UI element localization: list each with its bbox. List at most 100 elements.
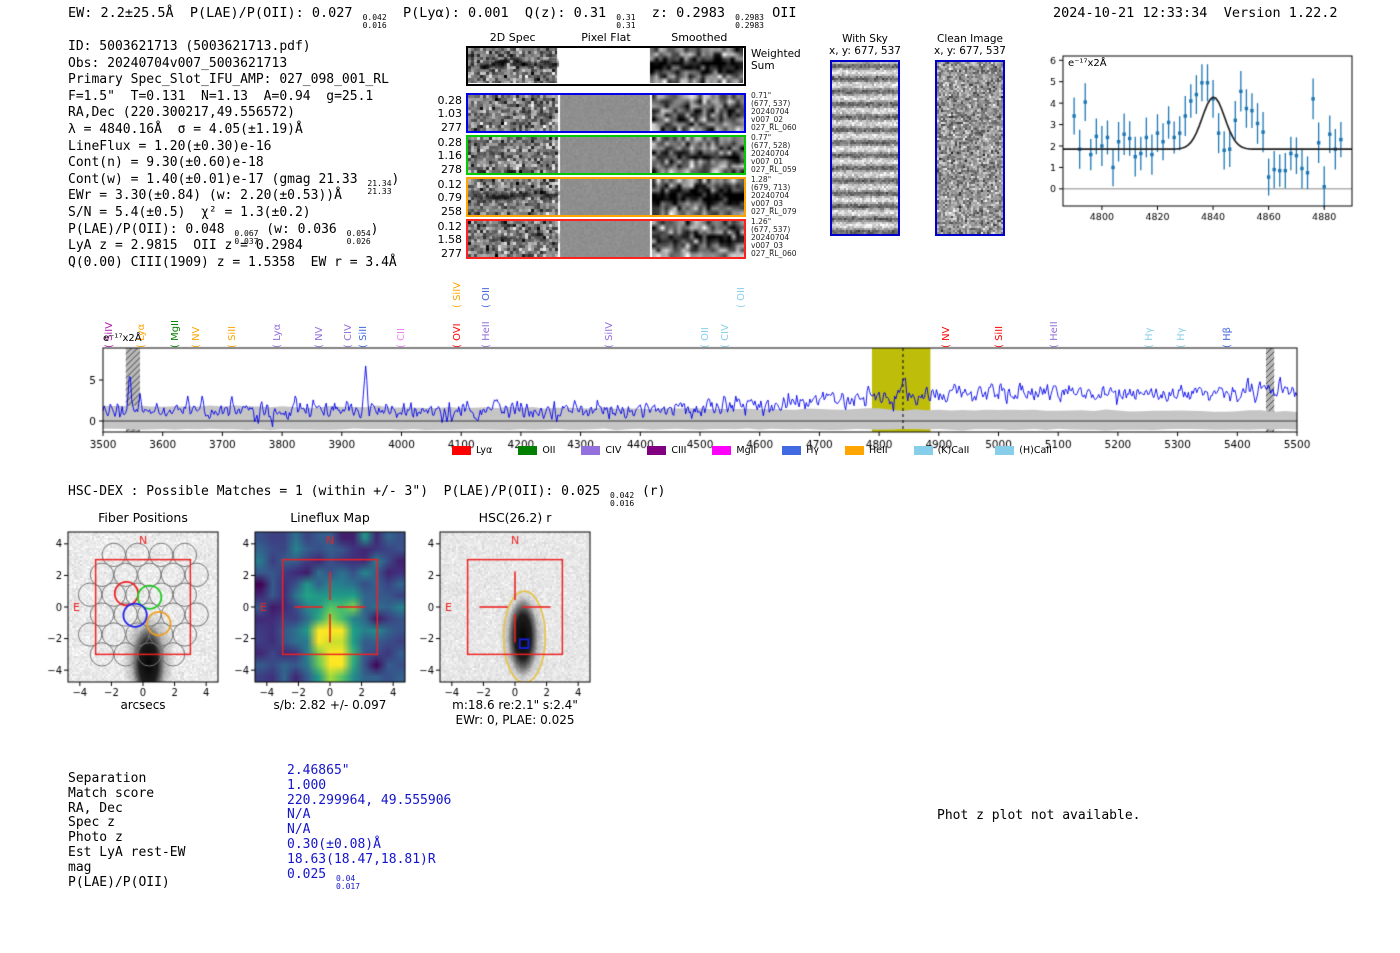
twod-row-right-labels: 0.77" (677, 528) 20240704 v007_01 027_RL… <box>751 134 823 174</box>
twod-row-right-labels: 1.28" (679, 713) 20240704 v007_03 027_RL… <box>751 176 823 216</box>
spec-line-label: ( OII <box>481 287 492 308</box>
legend-item: (H)CaII <box>995 445 1052 456</box>
phot-z-note: Phot z plot not available. <box>937 808 1141 823</box>
twod-fiber-row <box>466 93 746 133</box>
info-line: EWr = 3.30(±0.84) (w: 2.20(±0.53))Å <box>68 188 399 205</box>
match-row-label: Est LyA rest-EW <box>68 846 185 861</box>
twod-fiber-row-image <box>468 221 744 257</box>
match-row-value: 1.000 <box>287 779 451 794</box>
legend-item: Lyα <box>452 445 492 456</box>
legend-label: (H)CaII <box>1019 445 1052 456</box>
hsc-cutout-panel <box>408 528 598 700</box>
hsc-xlabel: m:18.6 re:2.1" s:2.4" <box>415 698 615 712</box>
match-row-label: Spec z <box>68 816 185 831</box>
twod-header-pixelflat: Pixel Flat <box>559 31 652 44</box>
hsc-dex-line: HSC-DEX : Possible Matches = 1 (within +… <box>68 484 665 508</box>
match-row-value: 220.299964, 49.555906 <box>287 794 451 809</box>
version-label: Version 1.22.2 <box>1224 5 1338 21</box>
detection-info-block: ID: 5003621713 (5003621713.pdf)Obs: 2024… <box>68 39 399 271</box>
legend-label: (K)CaII <box>938 445 970 456</box>
info-line: Cont(w) = 1.40(±0.01)e-17 (gmag 21.33 21… <box>68 172 399 189</box>
match-row-value: N/A <box>287 808 451 823</box>
legend-label: Hγ <box>806 445 819 456</box>
info-line: RA,Dec (220.300217,49.556572) <box>68 105 399 122</box>
legend-swatch <box>518 446 537 455</box>
spectrum-legend: Lyα OII CIV CIII MgII Hγ HeII (K)CaII (H)CaII <box>452 445 1052 456</box>
summary-header: EW: 2.2±25.5Å P(LAE)/P(OII): 0.027 0.042… <box>68 5 797 30</box>
info-line: Primary Spec_Slot_IFU_AMP: 027_098_001_R… <box>68 72 399 89</box>
match-row-label: Photo z <box>68 831 185 846</box>
legend-swatch <box>782 446 801 455</box>
hsc-xlabel2: EWr: 0, PLAE: 0.025 <box>415 713 615 727</box>
info-line: LineFlux = 1.20(±0.30)e-16 <box>68 139 399 156</box>
lineflux-xlabel: s/b: 2.82 +/- 0.097 <box>235 698 425 712</box>
legend-label: Lyα <box>476 445 492 456</box>
twod-header-2dspec: 2D Spec <box>466 31 559 44</box>
twod-header-smoothed: Smoothed <box>653 31 746 44</box>
match-row-label: Separation <box>68 772 185 787</box>
fiber-xlabel: arcsecs <box>68 698 218 712</box>
info-line: Obs: 20240704v007_5003621713 <box>68 56 399 73</box>
lineflux-map-panel <box>223 528 413 700</box>
with-sky-title: With Skyx, y: 677, 537 <box>826 33 904 57</box>
twod-weighted-row <box>466 46 746 86</box>
full-spectrum-plot <box>85 336 1315 452</box>
twod-fiber-row-image <box>468 95 744 131</box>
legend-label: OII <box>542 445 555 456</box>
legend-label: CIV <box>605 445 621 456</box>
info-line: P(LAE)/P(OII): 0.048 0.0670.037 (w: 0.03… <box>68 222 399 239</box>
match-row-label: RA, Dec <box>68 802 185 817</box>
elixer-detection-report: EW: 2.2±25.5Å P(LAE)/P(OII): 0.027 0.042… <box>0 0 1400 953</box>
legend-label: CIII <box>671 445 686 456</box>
match-row-label: P(LAE)/P(OII) <box>68 876 185 891</box>
info-line: λ = 4840.16Å σ = 4.05(±1.19)Å <box>68 122 399 139</box>
twod-row-left-labels: 0.28 1.16 278 <box>436 136 462 176</box>
twod-spec-headers: 2D Spec Pixel Flat Smoothed <box>466 31 746 44</box>
legend-item: Hγ <box>782 445 819 456</box>
clean-image <box>937 62 1003 234</box>
match-table-values: 2.46865"1.000220.299964, 49.555906N/AN/A… <box>287 764 451 891</box>
twod-row-left-labels: 0.12 1.58 277 <box>436 220 462 260</box>
legend-item: HeII <box>845 445 888 456</box>
twod-fiber-row <box>466 135 746 175</box>
with-sky-image <box>832 62 898 234</box>
twod-weighted-image <box>468 48 743 83</box>
legend-swatch <box>712 446 731 455</box>
spec-line-label: ( OII <box>736 287 747 308</box>
legend-item: CIII <box>647 445 686 456</box>
timestamp-version: 2024-10-21 12:33:34 Version 1.22.2 <box>1053 5 1338 21</box>
legend-label: HeII <box>869 445 888 456</box>
legend-swatch <box>914 446 933 455</box>
clean-image-frame <box>935 60 1005 236</box>
info-line: S/N = 5.4(±0.5) χ² = 1.3(±0.2) <box>68 205 399 222</box>
twod-row-left-labels: 0.12 0.79 258 <box>436 178 462 218</box>
twod-row-right-labels: 0.71" (677, 537) 20240704 v007_02 027_RL… <box>751 92 823 132</box>
match-row-value: N/A <box>287 823 451 838</box>
fiber-positions-panel <box>36 528 226 700</box>
hsc-cutout-title: HSC(26.2) r <box>440 510 590 525</box>
legend-swatch <box>581 446 600 455</box>
line-fit-inset-plot <box>1027 48 1362 233</box>
twod-fiber-row <box>466 177 746 217</box>
match-row-label: mag <box>68 861 185 876</box>
match-row-value: 18.63(18.47,18.81)R <box>287 853 451 868</box>
match-row-value: 0.025 0.040.017 <box>287 868 451 891</box>
clean-image-title: Clean Imagex, y: 677, 537 <box>931 33 1009 57</box>
twod-fiber-row-image <box>468 179 744 215</box>
legend-item: CIV <box>581 445 621 456</box>
legend-item: OII <box>518 445 555 456</box>
twod-fiber-row <box>466 219 746 259</box>
legend-swatch <box>452 446 471 455</box>
lineflux-map-title: Lineflux Map <box>255 510 405 525</box>
info-line: F=1.5" T=0.131 N=1.13 A=0.94 g=25.1 <box>68 89 399 106</box>
fiber-positions-title: Fiber Positions <box>68 510 218 525</box>
match-row-label: Match score <box>68 787 185 802</box>
spec-line-label: ( SiIV <box>452 282 463 308</box>
legend-label: MgII <box>736 445 756 456</box>
inset-ylabel: e⁻¹⁷x2Å <box>1068 58 1107 69</box>
info-line: Cont(n) = 9.30(±0.60)e-18 <box>68 155 399 172</box>
legend-item: MgII <box>712 445 756 456</box>
timestamp: 2024-10-21 12:33:34 <box>1053 5 1207 21</box>
match-row-value: 2.46865" <box>287 764 451 779</box>
twod-row-right-labels: 1.26" (677, 537) 20240704 v007_03 027_RL… <box>751 218 823 258</box>
